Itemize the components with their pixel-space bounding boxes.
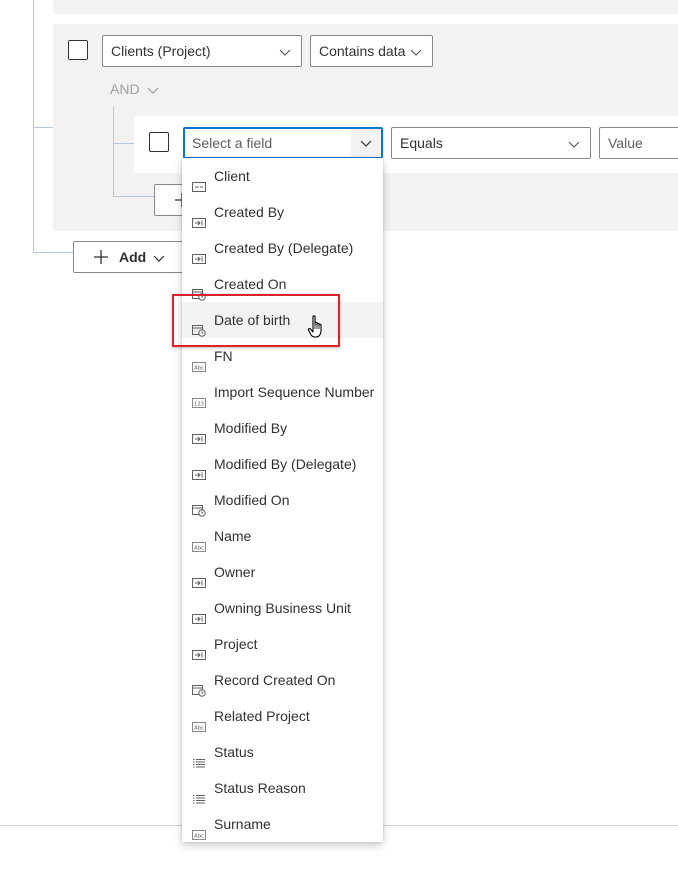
- add-button-label: Add: [119, 249, 147, 265]
- dropdown-option-label: Surname: [214, 816, 271, 832]
- dropdown-option[interactable]: Owning Business Unit: [182, 590, 383, 626]
- tree-connector-add-branch: [33, 252, 73, 253]
- nested-value-input[interactable]: Value: [599, 127, 678, 159]
- dropdown-option[interactable]: Abc Name: [182, 518, 383, 554]
- lookup-field-icon: [192, 170, 206, 192]
- dropdown-option-label: Date of birth: [214, 312, 291, 328]
- hand-cursor-icon: [307, 315, 322, 338]
- dropdown-option[interactable]: Abc Related Project: [182, 698, 383, 734]
- nested-operator-select[interactable]: Equals: [391, 127, 591, 159]
- dropdown-option[interactable]: Date of birth: [182, 302, 383, 338]
- chevron-down-icon: [279, 49, 291, 56]
- dropdown-option-label: Modified By: [214, 420, 288, 436]
- dropdown-option-label: Project: [214, 636, 258, 652]
- dropdown-option[interactable]: Status Reason: [182, 770, 383, 806]
- dropdown-option[interactable]: Record Created On: [182, 662, 383, 698]
- nested-value-placeholder: Value: [608, 135, 643, 151]
- dropdown-option[interactable]: Abc Surname: [182, 806, 383, 842]
- dropdown-option[interactable]: Created By (Delegate): [182, 230, 383, 266]
- chevron-down-icon: [148, 87, 159, 95]
- user-lookup-icon: [192, 242, 206, 264]
- datetime-icon: [192, 314, 206, 337]
- dropdown-option-label: Import Sequence Number: [214, 384, 375, 400]
- choice-field-icon: [192, 782, 206, 804]
- dropdown-option[interactable]: Created By: [182, 194, 383, 230]
- field-dropdown-list: Client Created By Created By (Delegate) Cre…: [182, 158, 383, 842]
- dropdown-option[interactable]: 123 Import Sequence Number: [182, 374, 383, 410]
- plus-icon: [94, 250, 108, 264]
- dropdown-option-label: Modified On: [214, 492, 290, 508]
- dropdown-option-label: Name: [214, 528, 252, 544]
- dropdown-option[interactable]: Project: [182, 626, 383, 662]
- user-lookup-icon: [192, 458, 206, 480]
- svg-text:Abc: Abc: [194, 546, 204, 552]
- chevron-down-icon: [410, 49, 422, 56]
- logic-operator-label: AND: [110, 81, 140, 97]
- dropdown-option[interactable]: Modified On: [182, 482, 383, 518]
- dropdown-option[interactable]: Modified By (Delegate): [182, 446, 383, 482]
- chevron-down-icon: [360, 140, 372, 147]
- group-operator-value: Contains data: [319, 43, 406, 59]
- dropdown-option-label: Status Reason: [214, 780, 306, 796]
- user-lookup-icon: [192, 638, 206, 660]
- dropdown-option-label: Related Project: [214, 708, 310, 724]
- dropdown-option-label: Created By (Delegate): [214, 240, 354, 256]
- nested-field-placeholder: Select a field: [192, 135, 273, 151]
- group-operator-select[interactable]: Contains data: [310, 35, 433, 67]
- add-button[interactable]: Add: [73, 241, 185, 273]
- tree-connector-inner: [113, 106, 114, 196]
- dropdown-option[interactable]: Created On: [182, 266, 383, 302]
- user-lookup-icon: [192, 422, 206, 444]
- dropdown-option-label: Created By: [214, 204, 285, 220]
- user-lookup-icon: [192, 206, 206, 228]
- dropdown-option-label: Client: [214, 168, 250, 184]
- dropdown-option-label: Status: [214, 744, 254, 760]
- dropdown-option[interactable]: Modified By: [182, 410, 383, 446]
- text-field-icon: Abc: [192, 530, 206, 552]
- datetime-icon: [192, 674, 206, 697]
- tree-connector-inner-branch: [113, 143, 134, 144]
- dropdown-option-label: Owner: [214, 564, 256, 580]
- nested-operator-value: Equals: [400, 135, 443, 151]
- text-field-icon: Abc: [192, 710, 206, 732]
- tree-connector-inner-add: [113, 196, 154, 197]
- dropdown-option[interactable]: Status: [182, 734, 383, 770]
- logic-operator-toggle[interactable]: AND: [110, 80, 159, 98]
- dropdown-option-label: Owning Business Unit: [214, 600, 351, 616]
- nested-field-select[interactable]: Select a field: [183, 127, 383, 159]
- group-field-select[interactable]: Clients (Project): [102, 35, 302, 67]
- dropdown-option[interactable]: Abc FN: [182, 338, 383, 374]
- svg-text:Abc: Abc: [194, 834, 204, 840]
- dropdown-option-label: Modified By (Delegate): [214, 456, 357, 472]
- chevron-down-icon: [568, 141, 580, 148]
- group-row-checkbox[interactable]: [68, 40, 88, 60]
- dropdown-option[interactable]: Client: [182, 158, 383, 194]
- previous-condition-panel: [53, 0, 678, 14]
- user-lookup-icon: [192, 566, 206, 588]
- choice-field-icon: [192, 746, 206, 768]
- text-field-icon: Abc: [192, 350, 206, 372]
- dropdown-option-label: Record Created On: [214, 672, 336, 688]
- tree-connector-outer-branch: [33, 127, 53, 128]
- dropdown-option[interactable]: Owner: [182, 554, 383, 590]
- tree-connector-outer: [33, 0, 34, 252]
- chevron-down-icon: [153, 255, 165, 262]
- datetime-icon: [192, 278, 206, 301]
- user-lookup-icon: [192, 602, 206, 624]
- dropdown-option-label: Created On: [214, 276, 287, 292]
- dropdown-option-label: FN: [214, 348, 233, 364]
- nested-row-checkbox[interactable]: [149, 132, 169, 152]
- number-field-icon: 123: [192, 386, 206, 408]
- text-field-icon: Abc: [192, 818, 206, 840]
- svg-text:Abc: Abc: [194, 726, 204, 732]
- svg-text:Abc: Abc: [194, 366, 204, 372]
- group-field-value: Clients (Project): [111, 43, 211, 59]
- datetime-icon: [192, 494, 206, 517]
- svg-text:123: 123: [194, 402, 204, 408]
